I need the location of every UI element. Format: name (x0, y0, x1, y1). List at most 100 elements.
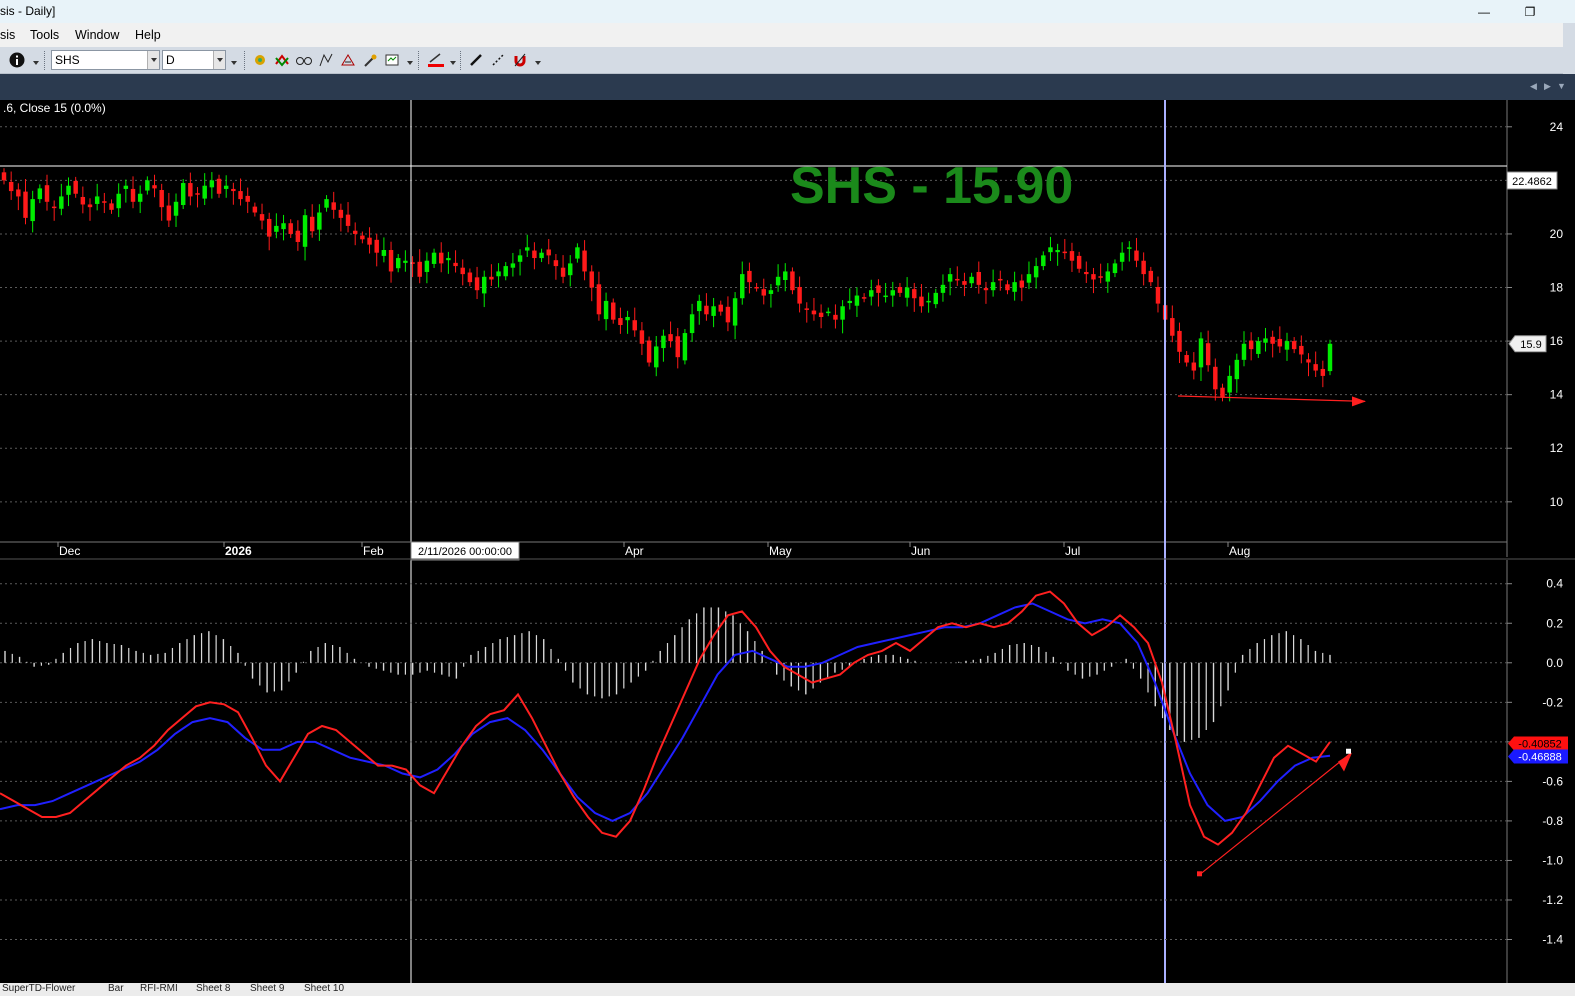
candle-body (625, 316, 630, 321)
candle-body (790, 271, 795, 291)
candle-body (345, 214, 351, 226)
restore-button[interactable]: ❐ (1508, 0, 1552, 23)
candle-body (44, 185, 50, 202)
sheet-tabs: SuperTD-Flower Bar RFI-RMI Sheet 8 Sheet… (0, 983, 1575, 996)
candle-body (840, 306, 845, 320)
price-tick-label: 20 (1550, 227, 1564, 241)
date-tick-label: May (769, 544, 792, 558)
candle-body (1198, 338, 1204, 368)
candle-body (331, 202, 336, 210)
wand-icon[interactable] (361, 51, 379, 69)
line-color-icon[interactable] (427, 51, 445, 69)
candle-body (904, 287, 910, 298)
candle-body (926, 300, 931, 303)
candle-body (510, 263, 516, 268)
candle-body (403, 260, 408, 263)
candle-body (80, 196, 86, 205)
candle-body (1256, 341, 1261, 354)
candle-body (324, 199, 329, 208)
price-tick-label: 24 (1550, 120, 1564, 134)
sheet-tab[interactable]: Bar (108, 983, 124, 994)
candle-body (1005, 284, 1010, 291)
glasses-icon[interactable] (295, 51, 313, 69)
signal-line (0, 602, 1331, 822)
candle-body (711, 306, 716, 316)
symbol-combo[interactable]: SHS (51, 50, 160, 70)
candle-body (431, 252, 437, 264)
chevron-down-icon[interactable] (213, 51, 225, 69)
chevron-down-icon[interactable]: ▼ (1557, 81, 1566, 91)
candle-body (309, 216, 315, 232)
candle-body (1277, 338, 1283, 347)
macd-value-label: -0.40852 (1518, 739, 1561, 751)
info-icon[interactable] (8, 51, 26, 69)
candle-body (130, 188, 136, 202)
interval-combo[interactable]: D (162, 50, 226, 70)
candle-body (1263, 338, 1268, 343)
date-tick-label: Apr (625, 544, 644, 558)
menu-help[interactable]: Help (135, 28, 161, 42)
trend-icon[interactable] (273, 51, 291, 69)
pattern-icon[interactable] (251, 51, 269, 69)
candle-body (295, 230, 301, 242)
candle-body (180, 183, 186, 206)
candle-body (374, 239, 379, 253)
candle-body (1019, 280, 1025, 288)
macd-pane[interactable]: 0.40.20.0-0.2-0.4-0.6-0.8-1.0-1.2-1.4-0.… (0, 558, 1575, 983)
candle-body (575, 247, 580, 259)
candle-body (783, 271, 788, 281)
price-pane[interactable]: 24 20 18 16 14 12 10 Dec 2026 Feb Apr May Jun Jul Aug 2… (0, 100, 1563, 983)
candle-body (317, 212, 322, 230)
chart-area[interactable]: 24 20 18 16 14 12 10 Dec 2026 Feb Apr May Jun Jul Aug 2… (0, 100, 1575, 983)
draw-icon[interactable] (317, 51, 335, 69)
symbol-value: SHS (55, 53, 80, 67)
scroll-left-icon[interactable]: ◀ (1530, 81, 1537, 92)
candle-body (94, 196, 100, 204)
scan-icon[interactable] (339, 51, 357, 69)
interval-dropdown-icon[interactable] (231, 61, 237, 65)
candle-body (804, 308, 809, 310)
candle-body (718, 304, 723, 312)
magnet-icon[interactable] (511, 51, 529, 69)
price-header: .6, Close 15 (0.0%) (3, 101, 106, 115)
minimize-button[interactable]: — (1462, 0, 1506, 23)
candle-body (8, 181, 14, 192)
sheet-tab[interactable]: Sheet 8 (196, 983, 230, 994)
candle-body (1213, 366, 1218, 390)
dotted-line-icon[interactable] (489, 51, 507, 69)
report-dropdown-icon[interactable] (407, 61, 413, 65)
candle-body (188, 183, 193, 197)
candle-body (109, 203, 114, 210)
macd-tick-label: 0.0 (1546, 656, 1563, 670)
date-tick-label: 2026 (225, 544, 252, 558)
candle-body (1062, 251, 1068, 254)
pencil-icon[interactable] (467, 51, 485, 69)
candle-body (460, 267, 465, 275)
color-dropdown-icon[interactable] (450, 61, 456, 65)
sheet-tab[interactable]: SuperTD-Flower (2, 983, 75, 994)
candle-body (1284, 341, 1290, 350)
sheet-tab[interactable]: Sheet 10 (304, 983, 344, 994)
scroll-right-icon[interactable]: ▶ (1544, 81, 1551, 92)
report-icon[interactable] (383, 51, 401, 69)
candle-body (395, 258, 401, 269)
sheet-tab[interactable]: RFI-RMI (140, 983, 178, 994)
candle-body (833, 314, 838, 320)
candle-body (223, 185, 229, 189)
candle-body (998, 278, 1003, 281)
candle-body (553, 260, 559, 267)
candle-body (1, 172, 7, 181)
magnet-dropdown-icon[interactable] (535, 61, 541, 65)
menu-window[interactable]: Window (75, 28, 119, 42)
chevron-down-icon[interactable] (147, 51, 159, 69)
sheet-tab[interactable]: Sheet 9 (250, 983, 284, 994)
candle-body (1184, 355, 1189, 363)
candle-body (1306, 359, 1311, 363)
info-dropdown-icon[interactable] (33, 61, 39, 65)
candle-body (281, 223, 286, 230)
candle-body (611, 302, 616, 320)
menu-analysis[interactable]: sis (0, 28, 15, 42)
menu-tools[interactable]: Tools (30, 28, 59, 42)
candle-body (23, 191, 28, 218)
candle-body (883, 295, 888, 298)
